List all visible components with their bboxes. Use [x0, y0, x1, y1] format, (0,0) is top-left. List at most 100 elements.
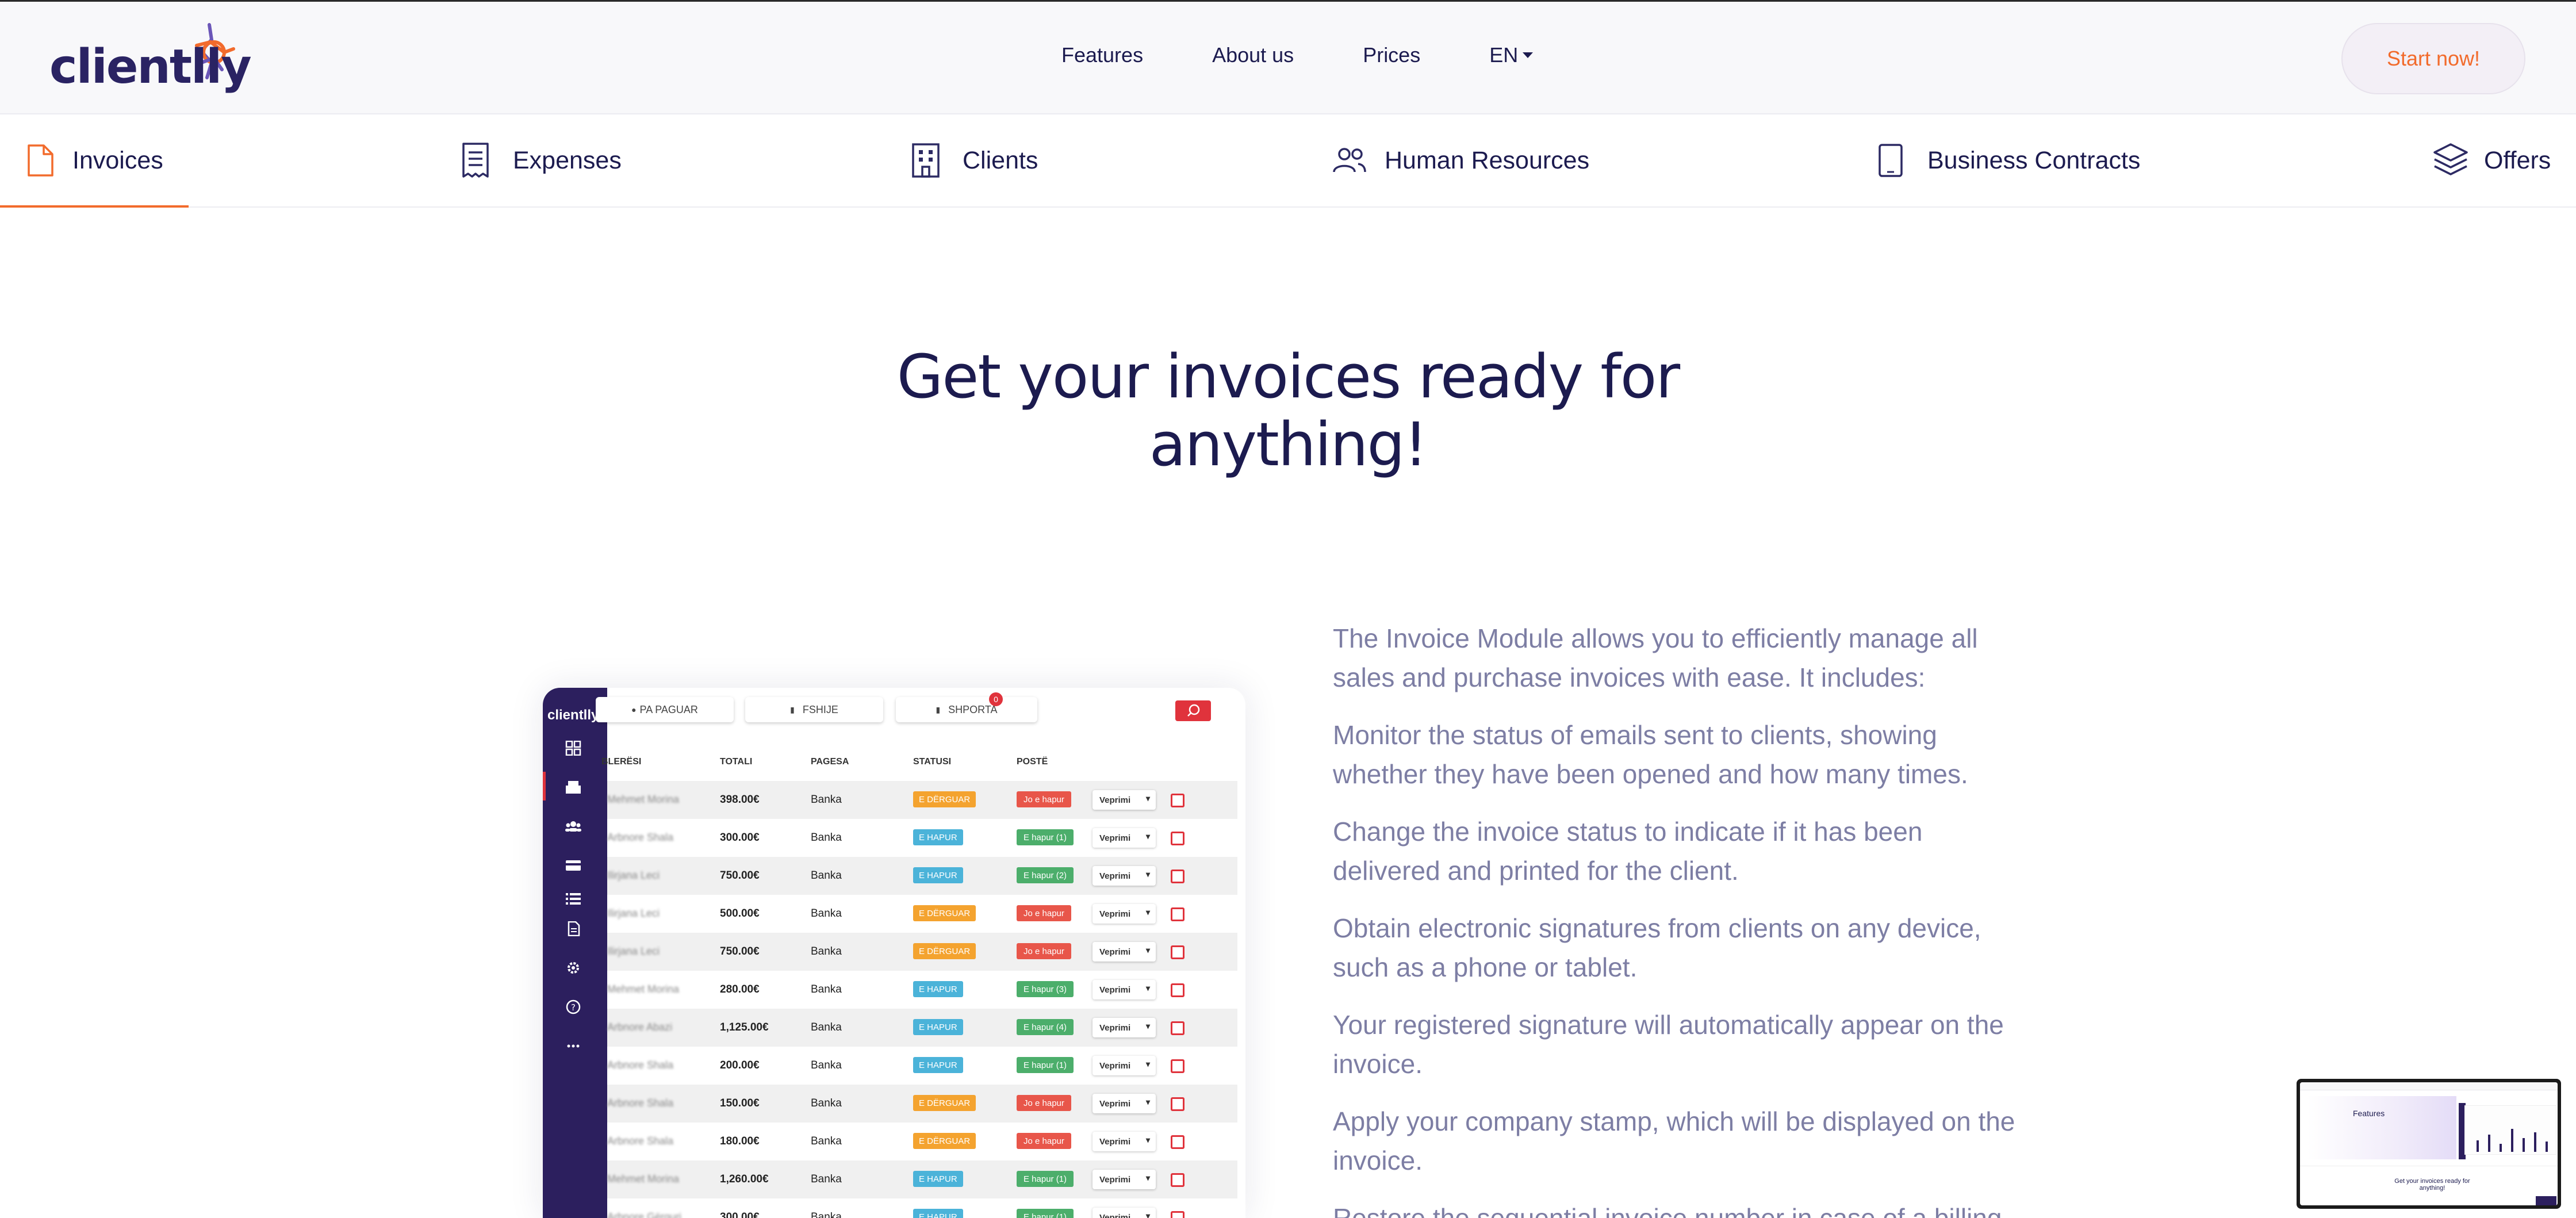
nav-prices[interactable]: Prices	[1363, 43, 1420, 67]
action-select[interactable]: Veprimi	[1092, 866, 1156, 886]
payment-method: Banka	[811, 794, 842, 806]
users-icon	[1333, 148, 1366, 173]
row-checkbox[interactable]	[1171, 907, 1184, 921]
buyer-name: Ilirjana Leci	[607, 870, 660, 881]
action-select[interactable]: Veprimi	[1092, 1132, 1156, 1151]
action-select[interactable]: Veprimi	[1092, 1094, 1156, 1113]
table-row[interactable]: Mehmet Morina 280.00€ Banka E HAPUR E hapur …	[607, 971, 1237, 1009]
invoice-total: 300.00€	[720, 1211, 760, 1218]
preview-heading: Get your invoices ready for anything!	[2394, 1178, 2470, 1192]
action-select[interactable]: Veprimi	[1092, 904, 1156, 924]
action-select[interactable]: Veprimi	[1092, 1056, 1156, 1075]
post-status-badge: Jo e hapur	[1017, 1095, 1071, 1111]
row-checkbox[interactable]	[1171, 1135, 1184, 1149]
col-status: STATUSI	[913, 757, 952, 767]
row-checkbox[interactable]	[1171, 1173, 1184, 1187]
page-title-line-1: Get your invoices ready for	[896, 342, 1680, 412]
main-nav: Features About us Prices EN	[1061, 43, 1602, 67]
buyer-name: Mehmet Morina	[607, 1173, 680, 1185]
row-checkbox[interactable]	[1171, 1211, 1184, 1218]
trash-icon: ▮	[790, 704, 795, 714]
nav-features[interactable]: Features	[1061, 43, 1143, 67]
payment-method: Banka	[811, 983, 842, 995]
post-status-badge: E hapur (1)	[1017, 829, 1074, 845]
mock-sidebar-active-indicator	[543, 772, 546, 800]
start-now-button[interactable]: Start now!	[2341, 23, 2525, 94]
preview-tabs	[2300, 1159, 2558, 1166]
clientlly-logo[interactable]: clientlly	[49, 22, 252, 97]
row-checkbox[interactable]	[1171, 945, 1184, 959]
buyer-name: Arbnore Shala	[607, 832, 674, 843]
info-icon: ●	[631, 705, 637, 714]
status-badge: E DËRGUAR	[913, 791, 976, 807]
trash-icon: ▮	[936, 704, 941, 714]
payment-method: Banka	[811, 1135, 842, 1147]
payment-method: Banka	[811, 1059, 842, 1071]
receipt-icon	[462, 143, 489, 178]
action-select[interactable]: Veprimi	[1092, 1018, 1156, 1037]
description-item: Restore the sequential invoice number in…	[1333, 1203, 2002, 1218]
tab-expenses[interactable]: Expenses	[460, 114, 622, 206]
action-select[interactable]: Veprimi	[1092, 790, 1156, 810]
tab-invoices[interactable]: Invoices	[0, 114, 189, 208]
table-row[interactable]: Ilirjana Leci 750.00€ Banka E HAPUR E hapur …	[607, 857, 1237, 895]
row-checkbox[interactable]	[1171, 1059, 1184, 1073]
list-icon	[566, 893, 581, 905]
mock-sidebar: clientlly ?	[543, 688, 607, 1218]
row-checkbox[interactable]	[1171, 832, 1184, 845]
tab-label: Clients	[963, 146, 1038, 174]
preview-title: Features	[2353, 1109, 2385, 1118]
mock-toolbar: ● PA PAGUAR ▮ FSHIJE ▮ SHPORTA 0	[596, 688, 1245, 740]
gear-icon	[568, 962, 579, 974]
payment-method: Banka	[811, 870, 842, 882]
mock-search-button	[1175, 700, 1211, 721]
table-row[interactable]: Arbnore Shala 180.00€ Banka E DËRGUAR Jo e h…	[607, 1123, 1237, 1160]
table-row[interactable]: Arbnore Shala 300.00€ Banka E HAPUR E hapur …	[607, 819, 1237, 857]
mock-tab-trash: ▮ SHPORTA	[896, 697, 1037, 722]
language-dropdown[interactable]: EN	[1489, 43, 1534, 67]
layers-icon	[2433, 143, 2468, 175]
invoice-total: 398.00€	[720, 794, 760, 806]
row-checkbox[interactable]	[1171, 1097, 1184, 1111]
module-tabs: Invoices Expenses Clients Human Resource…	[0, 114, 2576, 208]
action-select[interactable]: Veprimi	[1092, 828, 1156, 848]
buyer-name: Ilirjana Leci	[607, 907, 660, 919]
buyer-name: Arbnore Abazi	[607, 1021, 673, 1033]
invoice-total: 300.00€	[720, 832, 760, 844]
status-badge: E HAPUR	[913, 1171, 963, 1187]
buyer-name: Mehmet Morina	[607, 983, 680, 995]
table-row[interactable]: Arbnore Shala 150.00€ Banka E DËRGUAR Jo e h…	[607, 1085, 1237, 1123]
row-checkbox[interactable]	[1171, 870, 1184, 883]
action-select[interactable]: Veprimi	[1092, 980, 1156, 999]
tab-business-contracts[interactable]: Business Contracts	[1877, 114, 2140, 206]
nav-about-us[interactable]: About us	[1212, 43, 1294, 67]
page-preview-thumbnail[interactable]: Features Get your invoices ready for any…	[2297, 1079, 2561, 1209]
table-row[interactable]: Arbnore Gërguri 300.00€ Banka E HAPUR E hapu…	[607, 1198, 1237, 1218]
table-row[interactable]: Mehmet Morina 398.00€ Banka E DËRGUAR Jo e h…	[607, 781, 1237, 819]
action-select[interactable]: Veprimi	[1092, 1208, 1156, 1218]
table-row[interactable]: Ilirjana Leci 500.00€ Banka E DËRGUAR Jo e h…	[607, 895, 1237, 933]
status-badge: E HAPUR	[913, 1019, 963, 1035]
action-select[interactable]: Veprimi	[1092, 942, 1156, 962]
tab-offers[interactable]: Offers	[2432, 114, 2551, 206]
preview-hero	[2307, 1096, 2456, 1159]
tab-label: Invoices	[72, 146, 163, 174]
post-status-badge: Jo e hapur	[1017, 791, 1071, 807]
invoice-total: 150.00€	[720, 1097, 760, 1109]
row-checkbox[interactable]	[1171, 794, 1184, 807]
table-row[interactable]: Mehmet Morina 1,260.00€ Banka E HAPUR E hapu…	[607, 1160, 1237, 1198]
row-checkbox[interactable]	[1171, 983, 1184, 997]
col-total: TOTALI	[720, 757, 753, 767]
tab-human-resources[interactable]: Human Resources	[1332, 114, 1589, 206]
tab-clients[interactable]: Clients	[911, 114, 1038, 206]
buyer-name: Arbnore Shala	[607, 1135, 674, 1147]
table-row[interactable]: Arbnore Shala 200.00€ Banka E HAPUR E hapur …	[607, 1047, 1237, 1085]
svg-text:?: ?	[571, 1002, 576, 1013]
table-row[interactable]: Ilirjana Leci 750.00€ Banka E DËRGUAR Jo e h…	[607, 933, 1237, 971]
more-icon	[567, 1044, 580, 1048]
action-select[interactable]: Veprimi	[1092, 1170, 1156, 1189]
status-badge: E DËRGUAR	[913, 1095, 976, 1111]
invoice-module-screenshot: clientlly ? ● PA PAGUAR ▮ FSHIJE ▮ SHPORTA …	[543, 688, 1245, 1218]
table-row[interactable]: Arbnore Abazi 1,125.00€ Banka E HAPUR E hapu…	[607, 1009, 1237, 1047]
row-checkbox[interactable]	[1171, 1021, 1184, 1035]
